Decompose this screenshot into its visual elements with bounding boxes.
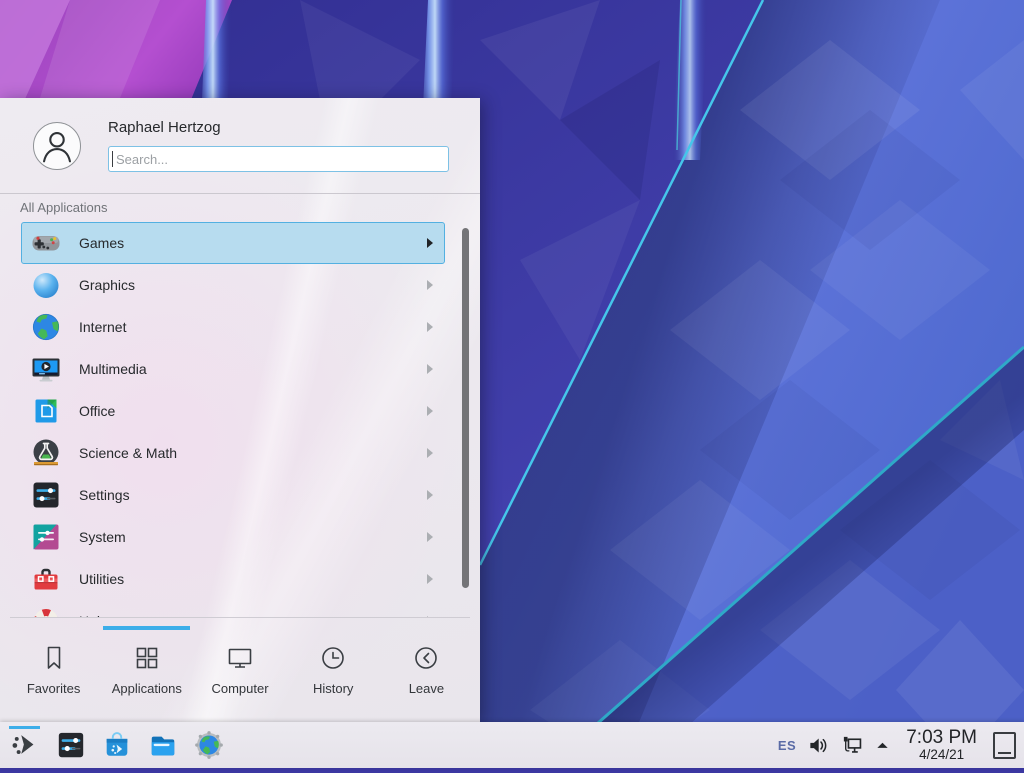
tab-computer[interactable]: Computer xyxy=(193,628,286,716)
menu-item-utilities[interactable]: Utilities xyxy=(21,558,445,600)
internet-icon xyxy=(30,311,62,343)
menu-item-label: Games xyxy=(79,235,124,251)
volume-icon[interactable] xyxy=(807,734,830,757)
menu-item-settings[interactable]: Settings xyxy=(21,474,445,516)
task-icons xyxy=(8,722,225,768)
menu-item-multimedia[interactable]: Multimedia xyxy=(21,348,445,390)
show-desktop-button[interactable] xyxy=(993,732,1016,759)
submenu-arrow-icon xyxy=(427,364,433,374)
taskbar: ES 7:03 PM 4/24/21 xyxy=(0,722,1024,768)
menu-item-internet[interactable]: Internet xyxy=(21,306,445,348)
keyboard-layout-indicator[interactable]: ES xyxy=(778,738,796,753)
application-launcher: Raphael Hertzog All Applications Games Gr… xyxy=(0,98,480,722)
applications-icon xyxy=(133,644,161,672)
menu-item-label: Graphics xyxy=(79,277,135,293)
submenu-arrow-icon xyxy=(427,406,433,416)
submenu-arrow-icon xyxy=(427,448,433,458)
submenu-arrow-icon xyxy=(427,322,433,332)
leave-icon xyxy=(412,644,440,672)
kickoff-icon xyxy=(10,730,40,760)
menu-item-label: Multimedia xyxy=(79,361,147,377)
history-icon xyxy=(319,644,347,672)
menu-item-label: Utilities xyxy=(79,571,124,587)
menu-item-label: Office xyxy=(79,403,115,419)
menu-item-graphics[interactable]: Graphics xyxy=(21,264,445,306)
systemsettings-icon xyxy=(56,730,86,760)
multimedia-icon xyxy=(30,353,62,385)
text-cursor xyxy=(112,151,113,167)
scrollbar-thumb[interactable] xyxy=(462,228,469,588)
favorites-icon xyxy=(40,644,68,672)
clock-time: 7:03 PM xyxy=(906,728,977,747)
discover-icon xyxy=(102,730,132,760)
tab-label: Applications xyxy=(112,681,182,696)
tab-label: Leave xyxy=(409,681,444,696)
games-icon xyxy=(30,227,62,259)
submenu-arrow-icon xyxy=(427,532,433,542)
settings-icon xyxy=(30,479,62,511)
category-list: Games Graphics Internet Multimedia Office Sci… xyxy=(21,222,445,618)
taskbar-button-web-browser[interactable] xyxy=(192,724,225,766)
menu-item-label: Settings xyxy=(79,487,130,503)
submenu-arrow-icon xyxy=(427,238,433,248)
tab-label: Favorites xyxy=(27,681,80,696)
office-icon xyxy=(30,395,62,427)
network-icon[interactable] xyxy=(841,734,864,757)
footer-divider xyxy=(10,617,470,618)
taskbar-button-application-launcher[interactable] xyxy=(8,724,41,766)
browser-icon xyxy=(194,730,224,760)
submenu-arrow-icon xyxy=(427,490,433,500)
section-label: All Applications xyxy=(20,200,107,215)
menu-item-science-math[interactable]: Science & Math xyxy=(21,432,445,474)
menu-item-help[interactable]: Help xyxy=(21,600,445,618)
menu-item-label: Science & Math xyxy=(79,445,177,461)
taskbar-button-file-manager[interactable] xyxy=(146,724,179,766)
science-icon xyxy=(30,437,62,469)
taskbar-button-system-settings[interactable] xyxy=(54,724,87,766)
clock-date: 4/24/21 xyxy=(919,748,964,762)
digital-clock[interactable]: 7:03 PM 4/24/21 xyxy=(906,728,977,761)
menu-item-system[interactable]: System xyxy=(21,516,445,558)
launcher-tabs: Favorites Applications Computer History Leav… xyxy=(7,628,473,716)
menu-item-office[interactable]: Office xyxy=(21,390,445,432)
submenu-arrow-icon xyxy=(427,574,433,584)
tab-history[interactable]: History xyxy=(287,628,380,716)
graphics-icon xyxy=(30,269,62,301)
tab-label: History xyxy=(313,681,353,696)
dolphin-icon xyxy=(148,730,178,760)
computer-icon xyxy=(226,644,254,672)
tab-leave[interactable]: Leave xyxy=(380,628,473,716)
utilities-icon xyxy=(30,563,62,595)
menu-item-label: System xyxy=(79,529,126,545)
search-input[interactable] xyxy=(108,146,449,172)
user-avatar-icon xyxy=(33,122,81,170)
taskbar-button-discover[interactable] xyxy=(100,724,133,766)
user-name: Raphael Hertzog xyxy=(108,119,221,136)
system-icon xyxy=(30,521,62,553)
menu-item-games[interactable]: Games xyxy=(21,222,445,264)
system-tray: ES 7:03 PM 4/24/21 xyxy=(778,722,1016,768)
tab-applications[interactable]: Applications xyxy=(100,628,193,716)
tab-favorites[interactable]: Favorites xyxy=(7,628,100,716)
submenu-arrow-icon xyxy=(427,280,433,290)
menu-item-label: Internet xyxy=(79,319,126,335)
tab-label: Computer xyxy=(211,681,268,696)
tray-expander-caret-icon[interactable] xyxy=(875,738,890,753)
launcher-header: Raphael Hertzog xyxy=(0,98,480,194)
